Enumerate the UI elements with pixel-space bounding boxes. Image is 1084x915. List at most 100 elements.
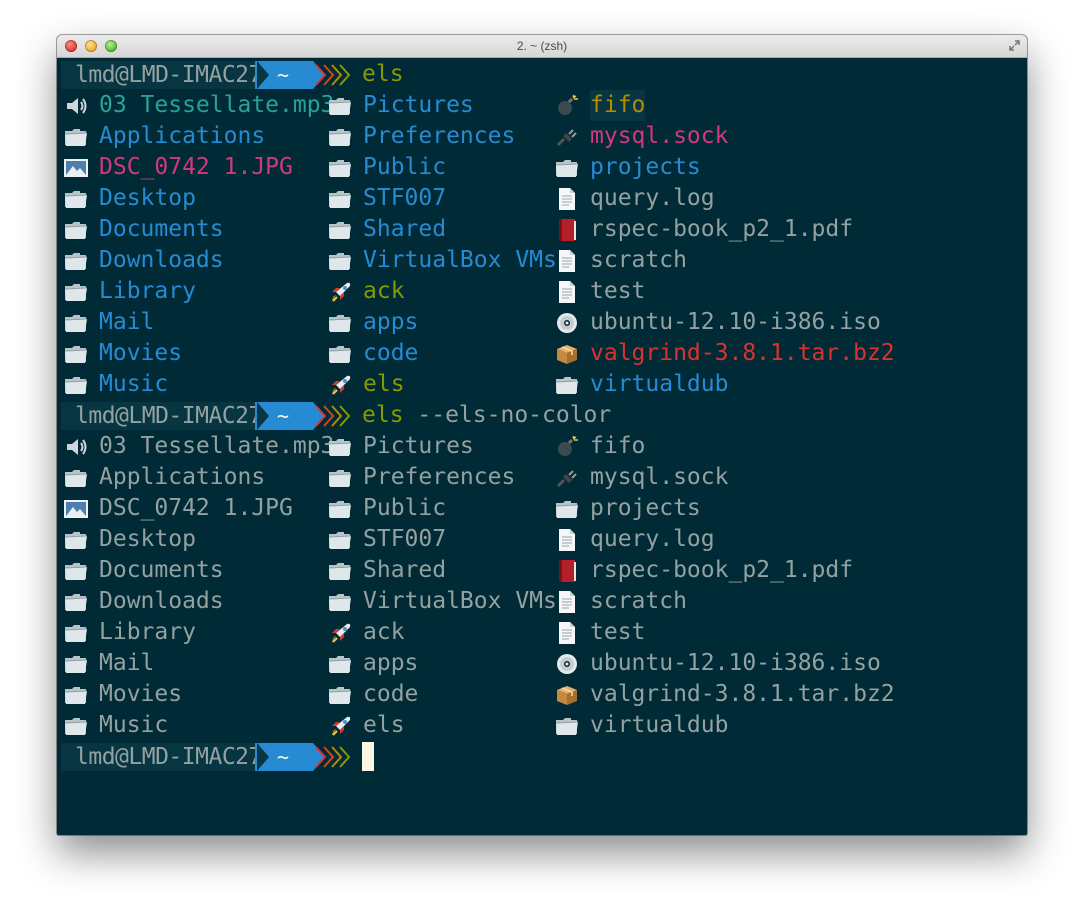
- file-name: Applications: [99, 464, 266, 490]
- file-name: Downloads: [99, 247, 224, 273]
- file-name: Music: [99, 712, 169, 738]
- file-name: VirtualBox VMs: [363, 588, 557, 614]
- file-name: Movies: [99, 681, 183, 707]
- file-name: Music: [99, 371, 169, 397]
- file-name: mysql.sock: [590, 464, 729, 490]
- folder-icon: [63, 590, 89, 614]
- command-name: els: [362, 402, 404, 428]
- folder-icon: [63, 373, 89, 397]
- file-name: Preferences: [363, 123, 516, 149]
- folder-icon: [63, 559, 89, 583]
- file-name: Desktop: [99, 185, 196, 211]
- image-icon: [63, 156, 89, 180]
- prompt-separator-icon: [257, 402, 269, 430]
- prompt-line: lmd@LMD-IMAC27 ~ els: [57, 59, 1027, 90]
- file-name: Library: [99, 619, 196, 645]
- folder-icon: [327, 683, 353, 707]
- file-name: Documents: [99, 216, 224, 242]
- prompt-host: lmd@LMD-IMAC27: [61, 743, 262, 771]
- folder-icon: [63, 125, 89, 149]
- folder-icon: [327, 559, 353, 583]
- file-name: VirtualBox VMs: [363, 247, 557, 273]
- folder-icon: [327, 187, 353, 211]
- file-name: apps: [363, 309, 419, 335]
- prompt-host: lmd@LMD-IMAC27: [61, 61, 262, 89]
- file-name: scratch: [590, 588, 687, 614]
- folder-icon: [327, 497, 353, 521]
- folder-icon: [63, 280, 89, 304]
- file-name: 03 Tessellate.mp3: [99, 433, 335, 459]
- file-name: valgrind-3.8.1.tar.bz2: [590, 340, 895, 366]
- command-args: --els-no-color: [403, 402, 612, 428]
- file-name: mysql.sock: [590, 123, 729, 149]
- folder-icon: [63, 249, 89, 273]
- file-name: Mail: [99, 650, 155, 676]
- file-name: Movies: [99, 340, 183, 366]
- file-name: Public: [363, 154, 447, 180]
- file-name: test: [590, 619, 646, 645]
- fullscreen-icon[interactable]: [1008, 39, 1021, 52]
- file-name: projects: [590, 154, 701, 180]
- folder-icon: [63, 714, 89, 738]
- file-name: Preferences: [363, 464, 516, 490]
- prompt-chevrons-icon: [315, 746, 351, 768]
- window-title: 2. ~ (zsh): [516, 39, 568, 53]
- prompt-separator-icon: [257, 743, 269, 771]
- file-name: Shared: [363, 557, 447, 583]
- folder-icon: [327, 435, 353, 459]
- rocket-icon: [327, 373, 353, 397]
- file-name: Shared: [363, 216, 447, 242]
- file-name: Pictures: [363, 92, 474, 118]
- rocket-icon: [327, 714, 353, 738]
- file-name: Documents: [99, 557, 224, 583]
- file-name: rspec-book_p2_1.pdf: [590, 216, 854, 242]
- folder-icon: [63, 218, 89, 242]
- file-name: query.log: [590, 526, 715, 552]
- folder-icon: [327, 94, 353, 118]
- folder-icon: [327, 311, 353, 335]
- file-name: Pictures: [363, 433, 474, 459]
- folder-icon: [327, 218, 353, 242]
- title-bar[interactable]: 2. ~ (zsh): [57, 35, 1027, 58]
- file-name: projects: [590, 495, 701, 521]
- book-icon: [554, 559, 580, 583]
- terminal-content[interactable]: lmd@LMD-IMAC27 ~ els 03 Tessellate.mp3 Appli…: [57, 58, 1027, 835]
- folder-icon: [327, 590, 353, 614]
- folder-icon: [63, 466, 89, 490]
- file-name: rspec-book_p2_1.pdf: [590, 557, 854, 583]
- command-text: els --els-no-color: [362, 400, 611, 431]
- file-name: valgrind-3.8.1.tar.bz2: [590, 681, 895, 707]
- file-name: els: [363, 371, 405, 397]
- text-cursor[interactable]: [362, 742, 374, 771]
- folder-icon: [63, 311, 89, 335]
- speaker-icon: [63, 94, 89, 118]
- prompt-separator-icon: [257, 61, 269, 89]
- file-name: virtualdub: [590, 371, 729, 397]
- prompt-chevrons-icon: [315, 405, 351, 427]
- folder-icon: [63, 187, 89, 211]
- command-text: els: [362, 61, 404, 87]
- folder-icon: [554, 497, 580, 521]
- book-icon: [554, 218, 580, 242]
- prompt-chevrons-icon: [315, 64, 351, 86]
- file-name: fifo: [590, 90, 646, 121]
- prompt-line: lmd@LMD-IMAC27 ~ els --els-no-color: [57, 400, 1027, 431]
- folder-icon: [327, 466, 353, 490]
- folder-icon: [63, 342, 89, 366]
- file-name: DSC_0742 1.JPG: [99, 154, 293, 180]
- file-name: code: [363, 340, 419, 366]
- file-name: STF007: [363, 526, 447, 552]
- file-name: ack: [363, 278, 405, 304]
- prompt-host: lmd@LMD-IMAC27: [61, 402, 262, 430]
- speaker-icon: [63, 435, 89, 459]
- file-name: STF007: [363, 185, 447, 211]
- folder-icon: [554, 714, 580, 738]
- file-name: query.log: [590, 185, 715, 211]
- file-name: code: [363, 681, 419, 707]
- prompt-line: lmd@LMD-IMAC27 ~: [57, 741, 1027, 772]
- document-icon: [554, 590, 580, 614]
- file-name: Library: [99, 278, 196, 304]
- disc-icon: [554, 652, 580, 676]
- folder-icon: [63, 683, 89, 707]
- rocket-icon: [327, 621, 353, 645]
